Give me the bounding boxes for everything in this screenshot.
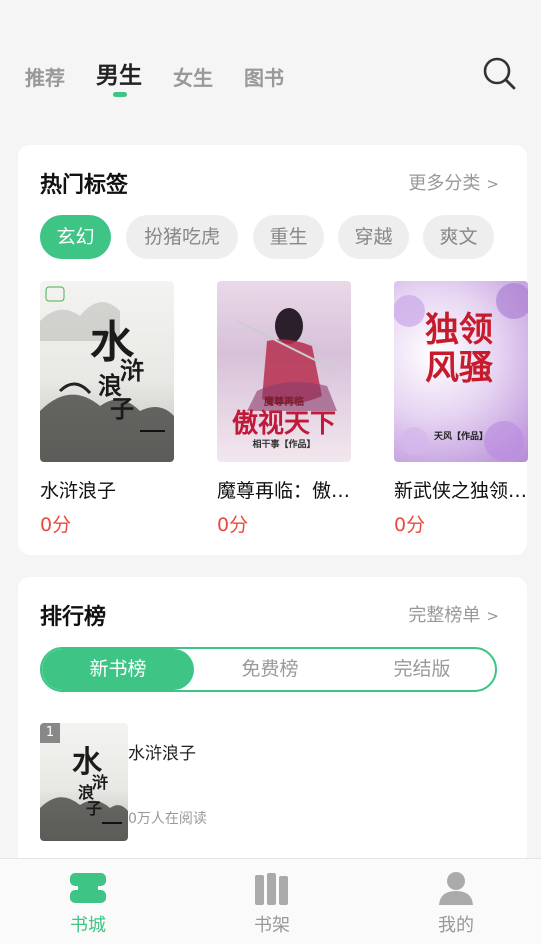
- tag-chuanyue[interactable]: 穿越: [338, 215, 409, 259]
- ink-landscape-cover: 水 浒 浪 子: [40, 281, 174, 462]
- ranking-card: 排行榜 完整榜单 > 新书榜 免费榜 完结版 水 浒 浪 子 1 水浒浪子 0万人…: [18, 577, 527, 877]
- tab-male[interactable]: 男生: [96, 56, 142, 90]
- book-title: 新武侠之独领风骚: [394, 480, 540, 502]
- book-score: 0分: [394, 514, 426, 536]
- tab-books[interactable]: 图书: [244, 62, 284, 91]
- bottom-navigation: 书城 书架 我的: [0, 858, 541, 944]
- bookshelf-icon: [255, 873, 288, 905]
- ranking-list-item[interactable]: 水 浒 浪 子 1 水浒浪子 0万人在阅读: [40, 723, 500, 841]
- tab-completed[interactable]: 完结版: [346, 649, 495, 690]
- tab-free[interactable]: 免费榜: [194, 649, 346, 690]
- nav-label-bookshelf: 书架: [254, 915, 290, 936]
- book-card[interactable]: 魔尊再临 傲视天下 相干事【作品】 魔尊再临：傲视天下 0分: [217, 281, 363, 537]
- tag-banzhu[interactable]: 扮猪吃虎: [126, 215, 238, 259]
- cover-author: 天风【作品】: [433, 432, 488, 442]
- bookstore-icon: [70, 873, 106, 903]
- search-icon[interactable]: [482, 56, 516, 90]
- book-title: 魔尊再临：傲视天下: [217, 480, 363, 502]
- rank-number-badge: 1: [40, 723, 60, 743]
- nav-profile[interactable]: 我的: [416, 871, 496, 937]
- nav-bookstore[interactable]: 书城: [48, 871, 128, 937]
- chevron-right-icon: >: [486, 175, 499, 193]
- book-card[interactable]: 水 浒 浪 子 水浒浪子 0分: [40, 281, 174, 537]
- ranking-segment-control: 新书榜 免费榜 完结版: [40, 647, 497, 692]
- hot-tags-title: 热门标签: [40, 173, 129, 198]
- nav-label-profile: 我的: [438, 915, 474, 936]
- book-score: 0分: [217, 514, 249, 536]
- cover-title: 傲视天下: [231, 409, 336, 439]
- rank-readers-count: 0万人在阅读: [128, 811, 207, 827]
- more-categories-link[interactable]: 更多分类 >: [408, 169, 499, 195]
- nav-label-bookstore: 书城: [70, 915, 106, 936]
- rank-book-title: 水浒浪子: [128, 744, 196, 764]
- purple-flower-cover: 独领风骚 天风【作品】: [394, 281, 528, 462]
- nav-bookshelf[interactable]: 书架: [232, 871, 312, 937]
- book-title: 水浒浪子: [40, 480, 117, 502]
- cover-title-char: 子: [110, 394, 134, 423]
- cover-author: 相干事【作品】: [252, 440, 316, 450]
- active-tab-indicator: [113, 92, 127, 97]
- top-tab-bar: 推荐 男生 女生 图书: [25, 52, 516, 102]
- tab-female[interactable]: 女生: [173, 62, 213, 91]
- hot-tags-card: 热门标签 更多分类 > 玄幻 扮猪吃虎 重生 穿越 爽文 水 浒 浪 子 水浒浪子…: [18, 145, 540, 555]
- more-categories-label: 更多分类: [408, 173, 481, 194]
- tag-xuanhuan[interactable]: 玄幻: [40, 215, 111, 259]
- tab-new-books[interactable]: 新书榜: [42, 649, 194, 690]
- swordsman-cover: 魔尊再临 傲视天下 相干事【作品】: [217, 281, 351, 462]
- profile-icon: [439, 872, 473, 905]
- ranking-title: 排行榜: [40, 605, 107, 630]
- full-ranking-label: 完整榜单: [408, 605, 481, 626]
- book-score: 0分: [40, 514, 72, 536]
- book-card[interactable]: 独领风骚 天风【作品】 新武侠之独领风骚 0分: [394, 281, 540, 537]
- tag-chongsheng[interactable]: 重生: [253, 215, 324, 259]
- cover-title-char: 浒: [120, 356, 144, 385]
- cover-title-char: 浒: [92, 773, 109, 792]
- cover-title: 独领风骚: [425, 310, 493, 388]
- chevron-right-icon: >: [486, 607, 499, 625]
- full-ranking-link[interactable]: 完整榜单 >: [408, 601, 499, 627]
- tab-recommend[interactable]: 推荐: [25, 62, 65, 91]
- ink-landscape-cover: 水 浒 浪 子 1: [40, 723, 128, 841]
- cover-title-char: 子: [86, 799, 103, 818]
- tag-shuangwen[interactable]: 爽文: [423, 215, 494, 259]
